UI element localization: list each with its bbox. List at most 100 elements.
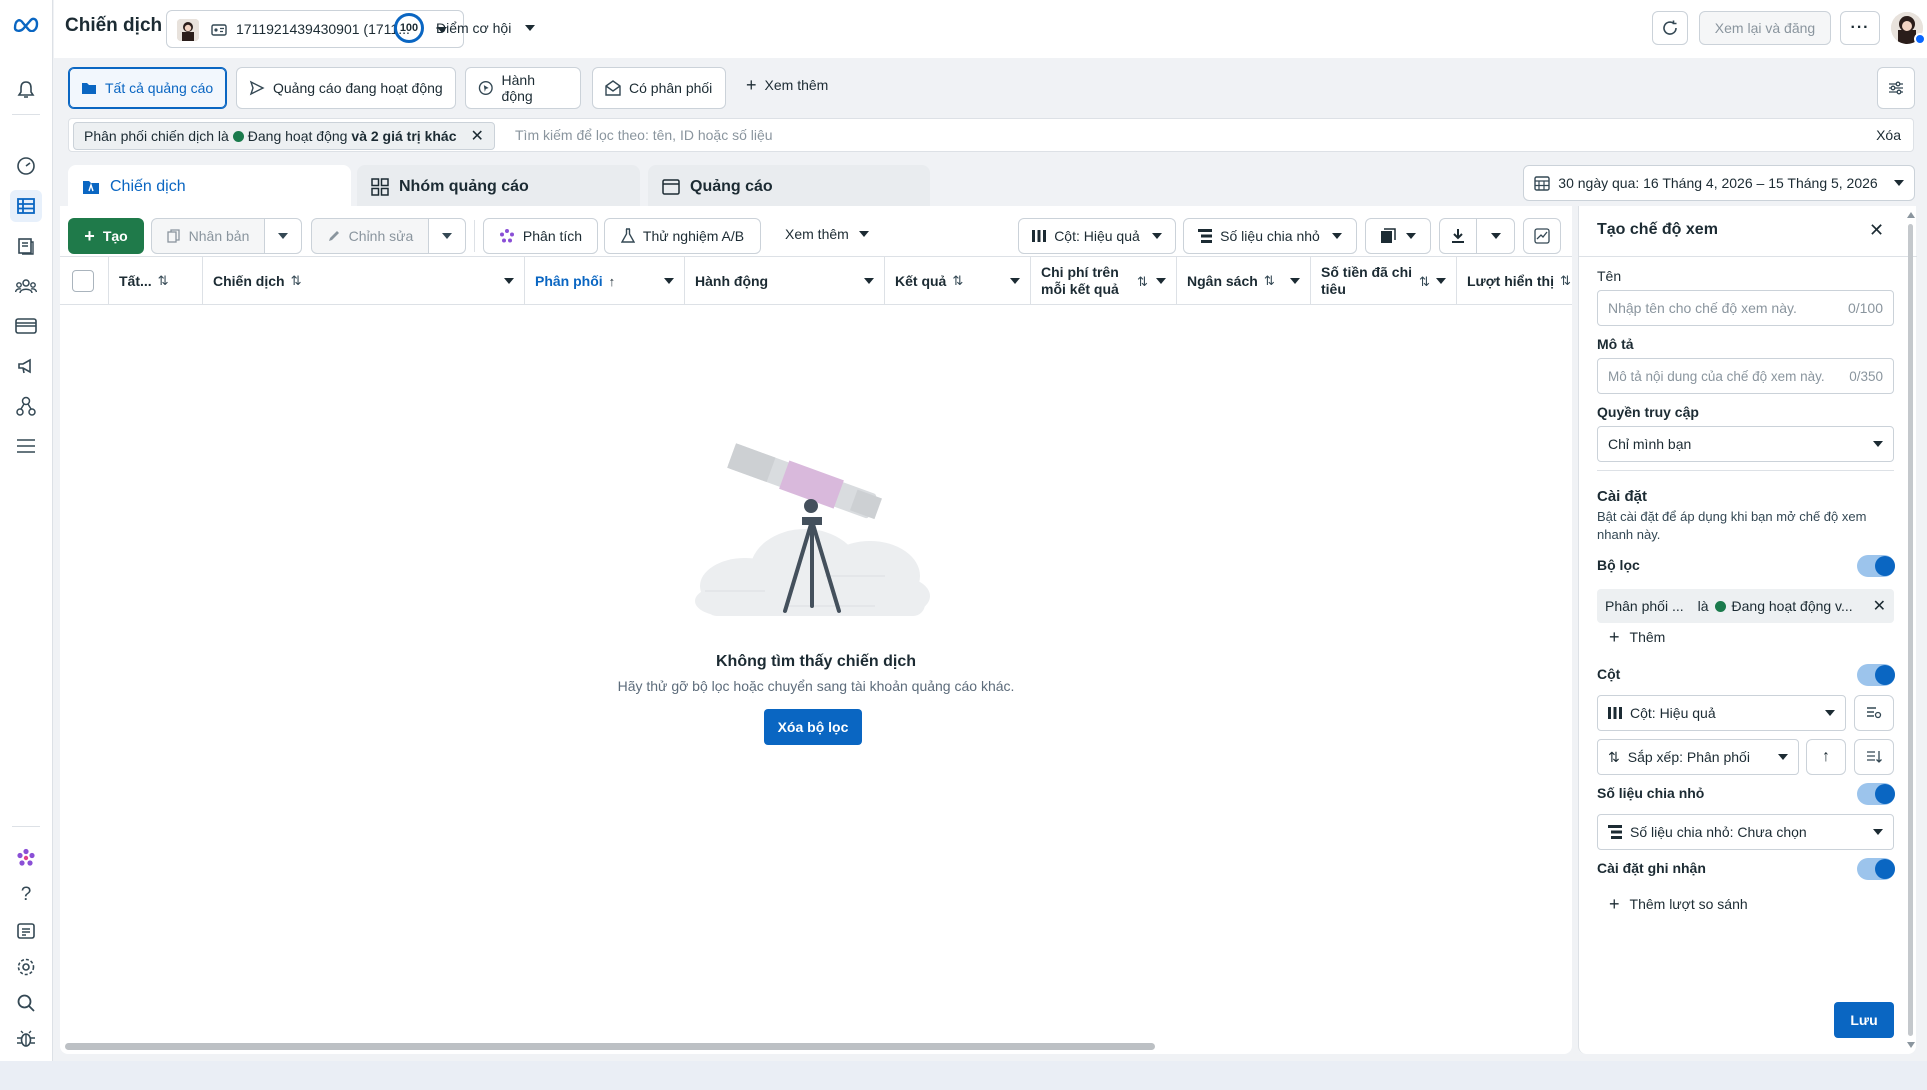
duplicate-dropdown-button[interactable] — [264, 218, 302, 254]
sort-icon[interactable]: ⇅ — [1264, 273, 1275, 289]
more-options-button[interactable]: ··· — [1840, 11, 1880, 45]
column-header-all[interactable]: Tất... ⇅ — [109, 257, 203, 305]
audiences-icon[interactable] — [10, 270, 42, 302]
charts-button[interactable] — [1523, 218, 1561, 254]
column-header-actions[interactable]: Hành động — [685, 257, 885, 305]
customize-columns-button[interactable] — [1854, 695, 1894, 731]
column-header-impressions[interactable]: Lượt hiển thị ⇅ — [1457, 257, 1572, 305]
duplicate-button[interactable]: Nhân bản — [151, 218, 265, 254]
notification-bell-icon[interactable] — [10, 74, 42, 106]
opportunity-score[interactable]: 100 Điểm cơ hội — [394, 13, 536, 43]
chevron-down-icon[interactable] — [1436, 278, 1446, 284]
meta-ai-flower-icon[interactable] — [10, 842, 42, 874]
sort-icon[interactable]: ⇅ — [291, 273, 302, 289]
save-button[interactable]: Lưu — [1834, 1002, 1894, 1038]
view-settings-button[interactable] — [1877, 67, 1915, 109]
chevron-down-icon[interactable] — [1290, 278, 1300, 284]
billing-card-icon[interactable] — [10, 310, 42, 342]
horizontal-scrollbar[interactable] — [65, 1043, 1155, 1050]
create-view-panel: Tạo chế độ xem ✕ Tên Nhập tên cho chế độ… — [1578, 206, 1917, 1054]
panel-filter-chip[interactable]: Phân phối ... là Đang hoạt động v... ✕ — [1597, 589, 1894, 623]
view-description-input[interactable]: Mô tả nội dung của chế độ xem này. 0/350 — [1597, 358, 1894, 394]
sort-icon[interactable]: ⇅ — [1560, 273, 1571, 289]
clear-filters-button[interactable]: Xóa bộ lọc — [764, 709, 862, 745]
pages-icon[interactable] — [10, 230, 42, 262]
page-title: Chiến dịch — [65, 15, 163, 36]
sort-icon[interactable]: ⇅ — [1419, 273, 1430, 290]
reports-dropdown-button[interactable] — [1365, 218, 1431, 254]
close-icon[interactable]: ✕ — [470, 126, 483, 146]
column-header-budget[interactable]: Ngân sách ⇅ — [1177, 257, 1311, 305]
columns-button[interactable]: Cột: Hiệu quả — [1018, 218, 1176, 254]
access-select[interactable]: Chỉ mình bạn — [1597, 426, 1894, 462]
panel-scrollbar[interactable] — [1905, 206, 1915, 1054]
refresh-button[interactable] — [1652, 11, 1688, 45]
tab-ad-sets[interactable]: Nhóm quảng cáo — [357, 165, 640, 209]
export-button[interactable] — [1439, 218, 1477, 254]
see-more-actions-button[interactable]: Xem thêm — [785, 226, 869, 242]
menu-lines-icon[interactable] — [10, 430, 42, 462]
column-header-delivery[interactable]: Phân phối ↑ — [525, 257, 685, 305]
sort-select[interactable]: ⇅ Sắp xếp: Phân phối — [1597, 739, 1799, 775]
columns-toggle[interactable] — [1857, 664, 1895, 686]
ab-test-button[interactable]: Thử nghiệm A/B — [604, 218, 761, 254]
chevron-down-icon[interactable] — [664, 278, 674, 284]
select-all-checkbox[interactable] — [72, 270, 94, 292]
column-header-cost-per-result[interactable]: Chi phí trên mỗi kết quả ⇅ — [1031, 257, 1177, 305]
tab-active-ads[interactable]: Quảng cáo đang hoạt động — [236, 67, 456, 109]
sort-icon[interactable]: ⇅ — [1137, 273, 1148, 290]
create-button[interactable]: + Tạo — [68, 218, 144, 254]
active-filter-chip[interactable]: Phân phối chiến dịch là Đang hoạt động v… — [73, 122, 495, 150]
sort-options-button[interactable] — [1854, 739, 1894, 775]
export-dropdown-button[interactable] — [1476, 218, 1515, 254]
tab-ads[interactable]: Quảng cáo — [648, 165, 930, 209]
clear-search-button[interactable]: Xóa — [1876, 127, 1901, 143]
edit-button[interactable]: Chỉnh sửa — [311, 218, 429, 254]
edit-label: Chỉnh sửa — [348, 228, 414, 244]
column-header-results[interactable]: Kết quả ⇅ — [885, 257, 1031, 305]
chevron-down-icon[interactable] — [864, 278, 874, 284]
column-header-amount-spent[interactable]: Số tiền đã chi tiêu ⇅ — [1311, 257, 1457, 305]
sort-icon[interactable]: ⇅ — [952, 273, 963, 289]
column-header-campaign[interactable]: Chiến dịch ⇅ — [203, 257, 525, 305]
attribution-toggle[interactable] — [1857, 858, 1895, 880]
close-icon[interactable]: ✕ — [1873, 596, 1886, 616]
chevron-down-icon[interactable] — [1010, 278, 1020, 284]
tab-campaigns[interactable]: Chiến dịch — [68, 165, 351, 209]
calendar-icon — [1534, 176, 1550, 191]
help-question-icon[interactable]: ? — [10, 879, 42, 911]
breakdown-select[interactable]: Số liệu chia nhỏ: Chưa chọn — [1597, 814, 1894, 850]
add-comparison-button[interactable]: + Thêm lượt so sánh — [1609, 895, 1748, 913]
chevron-down-icon[interactable] — [1156, 278, 1166, 284]
tab-all-ads[interactable]: Tất cả quảng cáo — [68, 67, 227, 109]
ads-manager-table-icon[interactable] — [10, 190, 42, 222]
sort-ascending-icon[interactable]: ↑ — [609, 274, 616, 289]
business-network-icon[interactable] — [10, 390, 42, 422]
date-range-picker[interactable]: 30 ngày qua: 16 Tháng 4, 2026 – 15 Tháng… — [1523, 165, 1915, 201]
breakdown-toggle[interactable] — [1857, 783, 1895, 805]
close-panel-button[interactable]: ✕ — [1869, 220, 1884, 241]
settings-gear-icon[interactable] — [10, 951, 42, 983]
add-filter-button[interactable]: + Thêm — [1609, 628, 1665, 646]
columns-select[interactable]: Cột: Hiệu quả — [1597, 695, 1846, 731]
analyze-button[interactable]: Phân tích — [483, 218, 598, 254]
search-icon[interactable] — [10, 987, 42, 1019]
search-input[interactable]: Tìm kiếm để lọc theo: tên, ID hoặc số li… — [515, 127, 773, 143]
chevron-down-icon[interactable] — [504, 278, 514, 284]
see-more-filters-button[interactable]: + Xem thêm — [746, 76, 828, 94]
megaphone-icon[interactable] — [10, 350, 42, 382]
search-filter-bar[interactable]: Phân phối chiến dịch là Đang hoạt động v… — [68, 118, 1914, 152]
tab-actions[interactable]: Hành động — [465, 67, 581, 109]
sort-direction-button[interactable]: ↑ — [1806, 739, 1846, 775]
dashboard-gauge-icon[interactable] — [10, 150, 42, 182]
sort-icon[interactable]: ⇅ — [158, 273, 169, 289]
edit-dropdown-button[interactable] — [428, 218, 466, 254]
review-publish-button[interactable]: Xem lại và đăng — [1699, 11, 1831, 45]
meta-logo-icon[interactable] — [10, 8, 42, 40]
view-name-input[interactable]: Nhập tên cho chế độ xem này. 0/100 — [1597, 290, 1894, 326]
breakdown-button[interactable]: Số liệu chia nhỏ — [1183, 218, 1357, 254]
reports-icon[interactable] — [10, 915, 42, 947]
filter-toggle[interactable] — [1857, 555, 1895, 577]
tab-has-delivery[interactable]: Có phân phối — [592, 67, 726, 109]
bug-report-icon[interactable] — [10, 1023, 42, 1055]
